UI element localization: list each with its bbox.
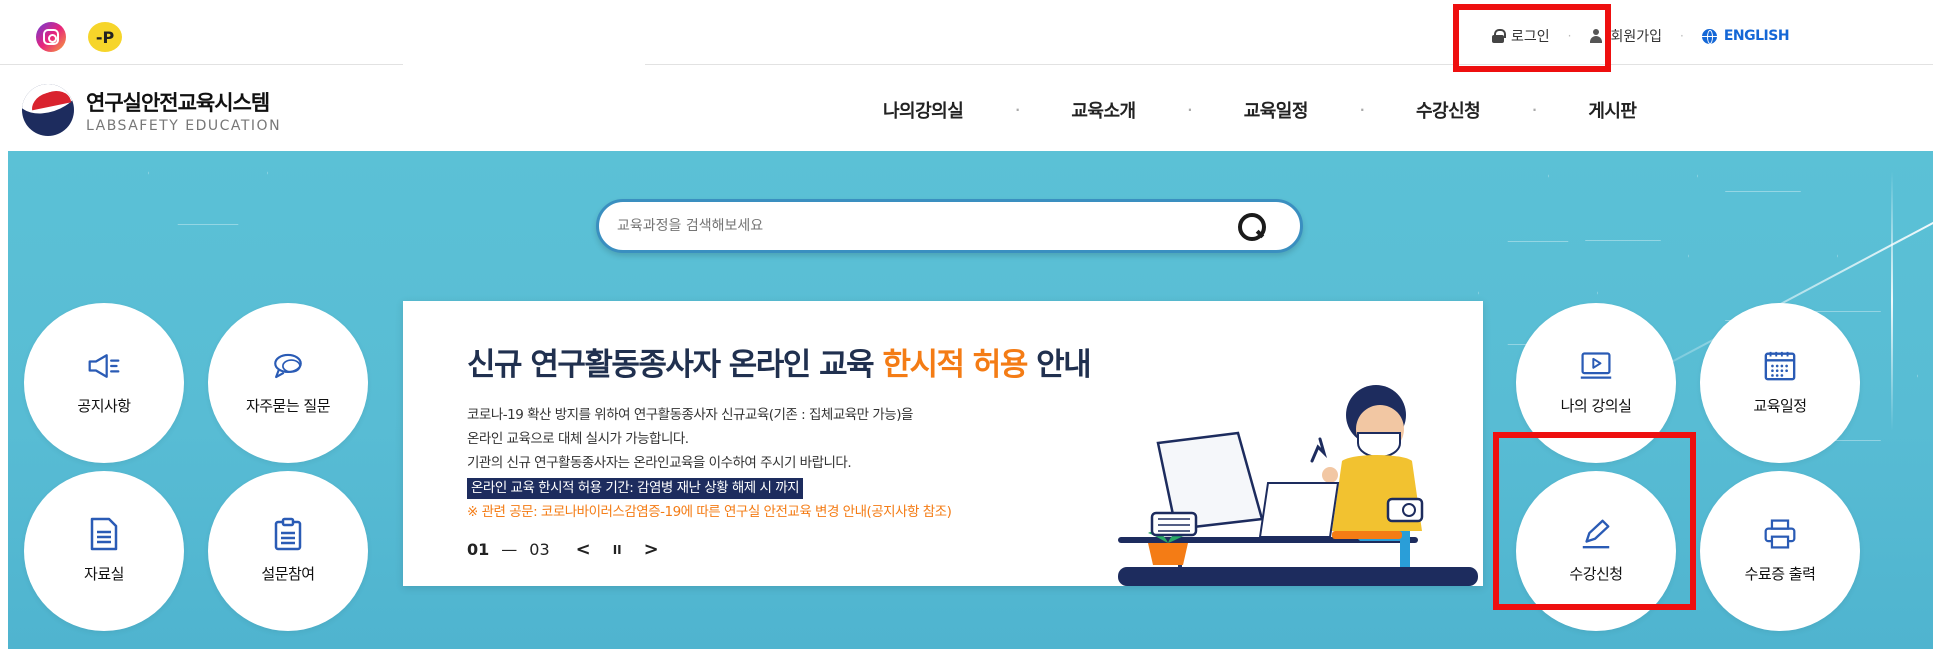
hexagon-decoration [1548, 151, 1698, 241]
quick-schedule-button[interactable]: 교육일정 [1700, 303, 1860, 463]
globe-icon [1701, 28, 1717, 44]
site-logo[interactable]: 연구실안전교육시스템 LABSAFETY EDUCATION [22, 84, 281, 136]
nav-item-about[interactable]: 교육소개 [1071, 97, 1136, 123]
pager-total: 03 [529, 540, 550, 559]
p-badge-icon[interactable]: -P [88, 22, 122, 52]
quick-survey-button[interactable]: 설문참여 [208, 471, 368, 631]
chat-bubbles-icon [271, 351, 305, 381]
banner-line-2: 온라인 교육으로 대체 실시가 가능합니다. [467, 431, 689, 447]
english-link[interactable]: ENGLISH [1701, 28, 1790, 44]
social-links: -P [36, 22, 122, 52]
quick-faq-button[interactable]: 자주묻는 질문 [208, 303, 368, 463]
nav-separator: · [1015, 103, 1020, 117]
banner-title-post: 안내 [1026, 347, 1092, 383]
prev-slide-button[interactable]: < [576, 539, 591, 560]
banner-period: 온라인 교육 한시적 허용 기간: 감염병 재난 상황 해제 시 까지 [467, 478, 804, 499]
util-separator: · [1680, 29, 1684, 43]
quick-library-button[interactable]: 자료실 [24, 471, 184, 631]
quick-library-label: 자료실 [84, 564, 124, 583]
quick-certificate-button[interactable]: 수료증 출력 [1700, 471, 1860, 631]
top-divider-left [0, 64, 403, 65]
banner-body: 코로나-19 확산 방지를 위하여 연구활동종사자 신규교육(기존 : 집체교육… [467, 403, 952, 524]
quick-my-classroom-label: 나의 강의실 [1560, 396, 1632, 415]
banner-line-3: 기관의 신규 연구활동종사자는 온라인교육을 이수하여 주시기 바랍니다. [467, 455, 852, 471]
nav-item-enroll[interactable]: 수강신청 [1416, 97, 1481, 123]
main-nav: 나의강의실 · 교육소개 · 교육일정 · 수강신청 · 게시판 [883, 97, 1637, 123]
pager-current: 01 [467, 540, 490, 559]
top-divider-right [645, 64, 1933, 65]
enroll-highlight-box [1493, 432, 1696, 610]
search-icon[interactable] [1238, 213, 1266, 241]
taegeuk-emblem-icon [22, 84, 74, 136]
notice-banner[interactable]: 신규 연구활동종사자 온라인 교육 한시적 허용 안내 코로나-19 확산 방지… [403, 301, 1483, 586]
quick-schedule-label: 교육일정 [1753, 396, 1807, 415]
quick-certificate-label: 수료증 출력 [1744, 564, 1816, 583]
quick-notice-button[interactable]: 공지사항 [24, 303, 184, 463]
light-beam-decoration [1891, 171, 1893, 431]
banner-title-highlight: 한시적 허용 [882, 347, 1028, 383]
banner-line-1: 코로나-19 확산 방지를 위하여 연구활동종사자 신규교육(기존 : 집체교육… [467, 407, 913, 423]
next-slide-button[interactable]: > [644, 539, 659, 560]
nav-item-my-classroom[interactable]: 나의강의실 [883, 97, 964, 123]
masked-student-illustration [1118, 385, 1478, 586]
nav-item-schedule[interactable]: 교육일정 [1244, 97, 1309, 123]
quick-faq-label: 자주묻는 질문 [245, 396, 331, 415]
printer-icon [1763, 518, 1797, 549]
search-bar [596, 199, 1303, 253]
banner-title-pre: 신규 연구활동종사자 온라인 교육 [467, 347, 883, 383]
banner-pager: 01 — 03 < II > [467, 539, 659, 560]
nav-separator: · [1359, 103, 1365, 117]
signup-label: 회원가입 [1610, 29, 1662, 45]
banner-title: 신규 연구활동종사자 온라인 교육 한시적 허용 안내 [467, 339, 1092, 384]
play-screen-icon [1579, 351, 1613, 381]
english-label: ENGLISH [1723, 28, 1790, 44]
pager-separator: — [501, 540, 518, 559]
pause-slide-button[interactable]: II [613, 543, 622, 557]
logo-text: 연구실안전교육시스템 LABSAFETY EDUCATION [86, 87, 281, 134]
calendar-icon [1763, 351, 1797, 381]
banner-note: ※ 관련 공문: 코로나바이러스감염증-19에 따른 연구실 안전교육 변경 안… [467, 504, 952, 520]
quick-notice-label: 공지사항 [77, 396, 131, 415]
page: -P 로그인 · 회원가입 · ENGLISH 연구실안전교육시스템 LABSA… [0, 0, 1933, 649]
hexagon-decoration [148, 151, 268, 225]
search-input[interactable] [617, 218, 1177, 234]
nav-separator: · [1187, 103, 1193, 117]
document-icon [87, 517, 121, 550]
clipboard-icon [271, 517, 305, 550]
logo-title-ko: 연구실안전교육시스템 [86, 90, 270, 115]
top-bar: -P 로그인 · 회원가입 · ENGLISH [0, 0, 1933, 66]
login-highlight-box [1453, 4, 1611, 72]
hexagon-decoration [1688, 191, 1838, 321]
quick-survey-label: 설문참여 [261, 564, 315, 583]
nav-item-board[interactable]: 게시판 [1588, 97, 1637, 123]
instagram-icon[interactable] [36, 22, 66, 52]
megaphone-icon [87, 351, 121, 381]
nav-separator: · [1532, 103, 1537, 117]
logo-title-en: LABSAFETY EDUCATION [86, 117, 282, 134]
